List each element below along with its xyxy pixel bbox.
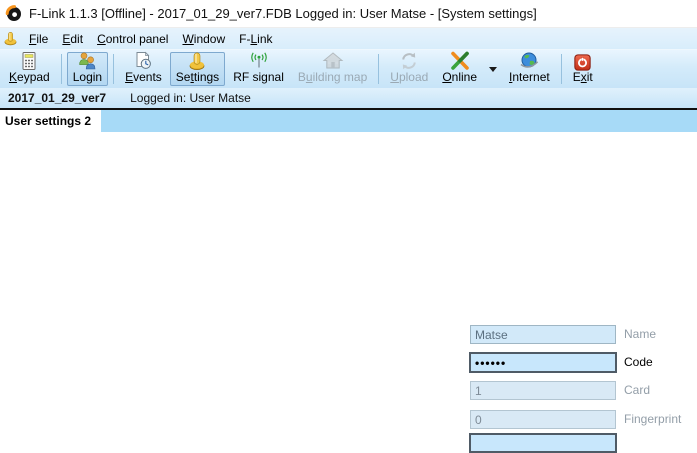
- fingerprint-input[interactable]: [470, 410, 616, 429]
- exit-power-icon: [574, 54, 591, 71]
- tab-user-settings-2[interactable]: User settings 2: [0, 110, 101, 132]
- menu-item-flink[interactable]: F-Link: [232, 30, 279, 48]
- status-row: 2017_01_29_ver7 Logged in: User Matse: [0, 88, 697, 108]
- online-button[interactable]: Online: [436, 52, 483, 86]
- settings-button[interactable]: Settings: [170, 52, 225, 86]
- menu-item-edit[interactable]: Edit: [55, 30, 90, 48]
- upload-button: Upload: [384, 52, 434, 86]
- menu-item-window[interactable]: Window: [175, 30, 232, 48]
- toolbar-separator: [378, 54, 379, 84]
- exit-button-label: Exit: [573, 71, 593, 84]
- name-label: Name: [624, 325, 656, 344]
- rf-signal-antenna-icon: [248, 51, 270, 71]
- login-users-icon: [76, 51, 98, 71]
- online-button-label: Online: [442, 71, 477, 84]
- tab-strip: User settings 2: [0, 110, 697, 132]
- keypad-calculator-icon: [19, 51, 39, 71]
- building-map-button-label: Building map: [298, 71, 367, 84]
- menubar: File Edit Control panel Window F-Link: [0, 28, 697, 50]
- titlebar: F-Link 1.1.3 [Offline] - 2017_01_29_ver7…: [0, 0, 697, 28]
- rf-signal-button-label: RF signal: [233, 71, 284, 84]
- toolbar-separator: [61, 54, 62, 84]
- exit-button[interactable]: Exit: [567, 52, 599, 86]
- upload-button-label: Upload: [390, 71, 428, 84]
- toolbar: Keypad Login Events: [0, 50, 697, 88]
- window-title: F-Link 1.1.3 [Offline] - 2017_01_29_ver7…: [29, 6, 537, 21]
- keypad-button-label: Keypad: [9, 71, 50, 84]
- menu-item-file[interactable]: File: [22, 30, 55, 48]
- code-input[interactable]: [469, 352, 617, 373]
- keypad-button[interactable]: Keypad: [3, 52, 56, 86]
- toolbar-separator: [561, 54, 562, 84]
- partial-bottom-input[interactable]: [469, 433, 617, 453]
- building-map-button: Building map: [292, 52, 373, 86]
- events-button[interactable]: Events: [119, 52, 168, 86]
- settings-button-label: Settings: [176, 71, 219, 84]
- internet-globe-icon: [518, 51, 540, 71]
- database-name: 2017_01_29_ver7: [8, 91, 106, 105]
- card-label: Card: [624, 381, 650, 400]
- events-button-label: Events: [125, 71, 162, 84]
- rf-signal-button[interactable]: RF signal: [227, 52, 290, 86]
- code-label: Code: [624, 352, 653, 373]
- app-logo-icon: [5, 5, 22, 22]
- upload-sync-icon: [399, 51, 419, 71]
- menu-item-control-panel[interactable]: Control panel: [90, 30, 175, 48]
- settings-detector-icon: [187, 51, 207, 71]
- internet-button-label: Internet: [509, 71, 550, 84]
- building-map-house-icon: [322, 51, 344, 71]
- card-input[interactable]: [470, 381, 616, 400]
- login-button[interactable]: Login: [67, 52, 108, 86]
- online-x-icon: [450, 51, 470, 71]
- login-button-label: Login: [73, 71, 102, 84]
- internet-button[interactable]: Internet: [503, 52, 556, 86]
- online-dropdown-arrow[interactable]: [489, 67, 497, 72]
- fingerprint-label: Fingerprint: [624, 410, 681, 429]
- system-menu-icon[interactable]: [3, 31, 18, 46]
- logged-in-status: Logged in: User Matse: [130, 91, 251, 105]
- events-document-clock-icon: [133, 51, 153, 71]
- name-input[interactable]: [470, 325, 616, 344]
- toolbar-separator: [113, 54, 114, 84]
